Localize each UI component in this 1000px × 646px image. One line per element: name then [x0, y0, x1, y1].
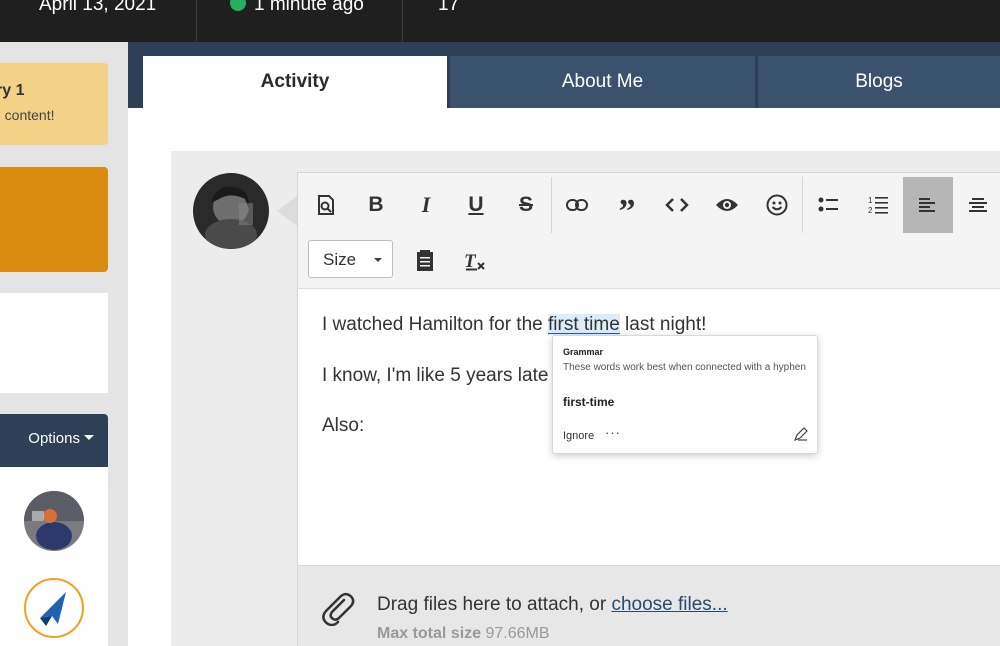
- last-visited-text: 1 minute ago: [254, 0, 364, 15]
- member-avatar[interactable]: [24, 491, 84, 551]
- tab-activity[interactable]: Activity: [143, 56, 447, 108]
- promo-block[interactable]: [0, 167, 108, 272]
- preview-icon[interactable]: [301, 177, 351, 233]
- underline-icon[interactable]: U: [451, 177, 501, 233]
- stat-divider: [196, 0, 197, 42]
- grammar-description: These words work best when connected wit…: [563, 362, 806, 373]
- paperclip-icon: [320, 590, 356, 631]
- align-center-icon[interactable]: [953, 177, 1000, 233]
- max-size-value: 97.66MB: [485, 625, 550, 642]
- italic-icon[interactable]: I: [401, 177, 451, 233]
- editor-toolbar: B I U S ” 12 Size T: [298, 173, 1000, 289]
- font-size-select[interactable]: Size: [308, 240, 393, 278]
- svg-text:1: 1: [868, 196, 873, 205]
- content-gutter: [128, 151, 171, 646]
- tab-blogs[interactable]: Blogs: [758, 56, 1000, 108]
- numbered-list-icon[interactable]: 12: [853, 177, 903, 233]
- text-segment: I watched Hamilton for the: [322, 314, 548, 335]
- font-size-label: Size: [323, 250, 357, 269]
- left-sidebar: ry 1 d content! Options: [0, 42, 128, 646]
- content-count: 17: [438, 0, 460, 15]
- speech-bubble-pointer: [277, 196, 297, 226]
- editor-line-3: Also:: [322, 415, 365, 436]
- last-visited: 1 minute ago: [230, 0, 364, 16]
- profile-tabs-bar: Activity About Me Blogs: [128, 42, 1000, 108]
- content-panel: [128, 108, 1000, 151]
- caret-down-icon: [374, 258, 382, 262]
- grammar-suggestion-popup: Grammar These words work best when conne…: [552, 335, 818, 454]
- stat-divider: [402, 0, 403, 42]
- more-options-button[interactable]: ···: [605, 425, 621, 440]
- ignore-button[interactable]: Ignore: [563, 430, 594, 442]
- drag-files-text: Drag files here to attach, or choose fil…: [377, 594, 728, 616]
- paste-as-text-icon[interactable]: [400, 233, 450, 289]
- user-avatar[interactable]: [193, 173, 269, 249]
- notice-title: ry 1: [0, 82, 25, 99]
- sidebar-widget: [0, 293, 108, 393]
- spoiler-eye-icon[interactable]: [702, 177, 752, 233]
- drag-label: Drag files here to attach, or: [377, 594, 612, 615]
- link-icon[interactable]: [552, 177, 602, 233]
- tab-about-me[interactable]: About Me: [450, 56, 755, 108]
- caret-down-icon: [84, 435, 94, 440]
- followers-list: [0, 467, 108, 646]
- emoji-icon[interactable]: [752, 177, 802, 233]
- bold-icon[interactable]: B: [351, 177, 401, 233]
- member-avatar[interactable]: [24, 578, 84, 638]
- notice-box: ry 1 d content!: [0, 63, 108, 145]
- joined-date: April 13, 2021: [39, 0, 157, 15]
- profile-stats-bar: April 13, 2021 1 minute ago 17: [0, 0, 1000, 42]
- editor-pen-icon[interactable]: [793, 427, 808, 446]
- max-size-label: Max total size: [377, 625, 482, 642]
- quote-icon[interactable]: ”: [602, 177, 652, 233]
- grammar-suggestion[interactable]: first-time: [563, 395, 614, 409]
- editor-line-1: I watched Hamilton for the first time la…: [322, 314, 706, 336]
- svg-text:2: 2: [868, 206, 873, 215]
- align-left-icon[interactable]: [903, 177, 953, 233]
- bulleted-list-icon[interactable]: [803, 177, 853, 233]
- notice-text: d content!: [0, 107, 55, 123]
- online-status-icon: [230, 0, 246, 11]
- options-header: Options: [0, 414, 108, 467]
- options-label: Options: [28, 430, 80, 447]
- max-size-text: Max total size 97.66MB: [377, 625, 550, 643]
- code-icon[interactable]: [652, 177, 702, 233]
- strikethrough-icon[interactable]: S: [501, 177, 551, 233]
- options-dropdown-button[interactable]: Options: [28, 430, 94, 447]
- attachment-dropzone[interactable]: Drag files here to attach, or choose fil…: [298, 565, 1000, 646]
- text-segment: last night!: [619, 314, 707, 335]
- grammar-category: Grammar: [563, 347, 604, 357]
- remove-format-icon[interactable]: T: [450, 233, 500, 289]
- editor-line-2: I know, I'm like 5 years late: [322, 365, 549, 386]
- choose-files-link[interactable]: choose files...: [611, 594, 727, 615]
- grammar-flagged-text[interactable]: first time: [548, 314, 620, 335]
